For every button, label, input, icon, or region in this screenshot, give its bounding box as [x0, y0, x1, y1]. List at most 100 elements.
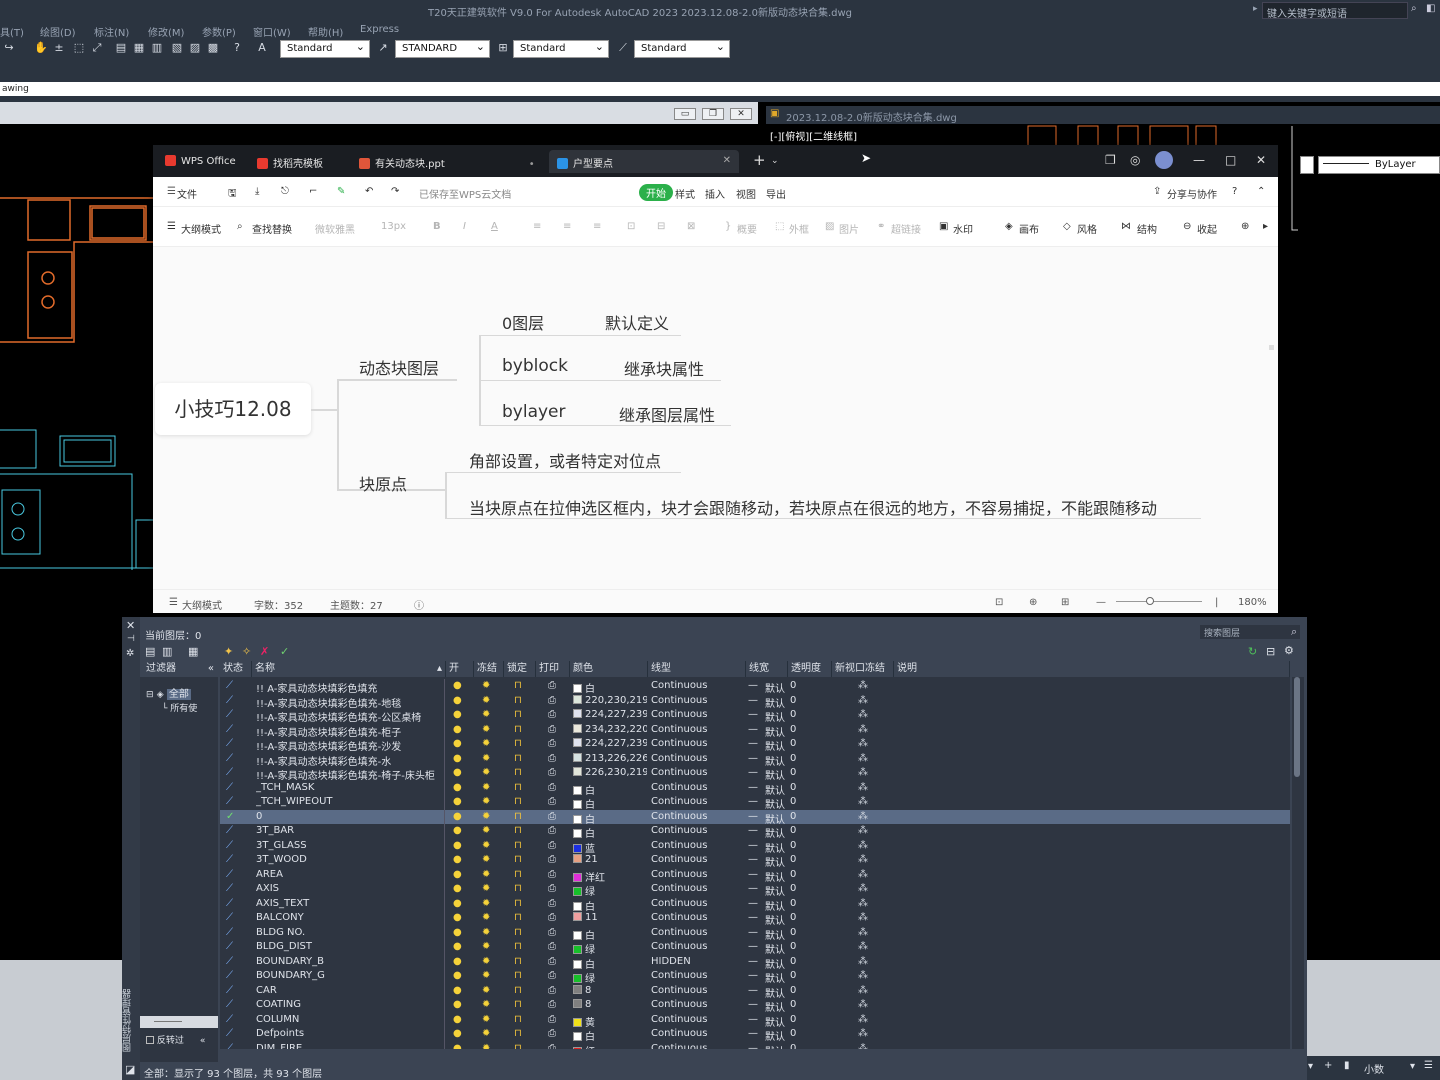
- topic-bylayer[interactable]: bylayer: [502, 402, 566, 422]
- layer-name[interactable]: DIM_FIRE: [256, 1043, 442, 1050]
- layer-linetype[interactable]: Continuous: [651, 840, 745, 851]
- zoom-slider-thumb[interactable]: [1146, 597, 1154, 605]
- invert-filter-checkbox[interactable]: [146, 1036, 154, 1044]
- scroll-indicator[interactable]: [1269, 345, 1274, 350]
- find-replace-button[interactable]: 查找替换: [252, 221, 292, 236]
- layer-transparency[interactable]: 0: [790, 1043, 796, 1050]
- customize-icon[interactable]: ☰: [1424, 1060, 1433, 1071]
- col-plot[interactable]: 打印: [536, 661, 570, 677]
- vp-freeze-icon[interactable]: ⁂: [858, 840, 868, 851]
- layer-linetype[interactable]: Continuous: [651, 883, 745, 894]
- refresh-icon[interactable]: ↻: [1248, 645, 1257, 658]
- lightbulb-icon[interactable]: ●: [453, 898, 462, 909]
- unlock-icon[interactable]: ⊓: [514, 999, 522, 1010]
- unlock-icon[interactable]: ⊓: [514, 695, 522, 706]
- layer-transparency[interactable]: 0: [790, 695, 796, 706]
- watermark-icon[interactable]: ▣: [939, 221, 948, 232]
- printer-icon[interactable]: ⎙: [548, 738, 556, 749]
- lightbulb-icon[interactable]: ●: [453, 796, 462, 807]
- layer-lineweight-default[interactable]: 默认: [765, 1043, 785, 1050]
- layer-status-icon[interactable]: ⟋: [226, 825, 233, 836]
- theme-button[interactable]: 风格: [1077, 221, 1097, 236]
- unlock-icon[interactable]: ⊓: [514, 767, 522, 778]
- more-icon[interactable]: ▾: [1308, 1061, 1313, 1072]
- outline-mode-button[interactable]: 大纲模式: [181, 221, 221, 236]
- layer-color[interactable]: 21: [573, 854, 647, 865]
- tab-template[interactable]: 找稻壳模板: [249, 150, 331, 173]
- lightbulb-icon[interactable]: ●: [453, 956, 462, 967]
- layer-row[interactable]: ✓ 0 ● ✹ ⊓ ⎙ 白 Continuous — 默认 0 ⁂: [220, 809, 1290, 826]
- align-right-icon[interactable]: ≡: [593, 221, 601, 232]
- col-name[interactable]: 名称 ▴: [252, 661, 446, 677]
- col-freeze[interactable]: 冻结: [474, 661, 504, 677]
- zoom-out-icon[interactable]: —: [1096, 597, 1106, 608]
- layer-lineweight[interactable]: —: [748, 970, 758, 981]
- layer-linetype[interactable]: Continuous: [651, 941, 745, 952]
- layer-row[interactable]: ⟋ _TCH_MASK ● ✹ ⊓ ⎙ 白 Continuous — 默认 0 ⁂: [220, 781, 1290, 797]
- align-center-icon[interactable]: ≡: [563, 221, 571, 232]
- layer-row[interactable]: ⟋ BLDG NO. ● ✹ ⊓ ⎙ 白 Continuous — 默认 0 ⁂: [220, 926, 1290, 942]
- share-file-icon[interactable]: ⎋: [281, 186, 289, 197]
- vp-freeze-icon[interactable]: ⁂: [858, 1028, 868, 1039]
- vp-freeze-icon[interactable]: ⁂: [858, 854, 868, 865]
- lightbulb-icon[interactable]: ●: [453, 985, 462, 996]
- layer-status-icon[interactable]: ⟋: [226, 840, 233, 851]
- lightbulb-icon[interactable]: ●: [453, 1014, 462, 1025]
- sun-icon[interactable]: ✹: [482, 1028, 490, 1039]
- zoom-previous-icon[interactable]: ⤢: [90, 41, 104, 55]
- layer-linetype[interactable]: Continuous: [651, 927, 745, 938]
- printer-icon[interactable]: ⎙: [548, 1043, 556, 1050]
- layer-row[interactable]: ⟋ 3T_GLASS ● ✹ ⊓ ⎙ 蓝 Continuous — 默认 0 ⁂: [220, 839, 1290, 855]
- undo-icon[interactable]: ↶: [365, 186, 373, 197]
- text-style-icon[interactable]: A: [255, 41, 269, 55]
- layer-row[interactable]: ⟋ BOUNDARY_B ● ✹ ⊓ ⎙ 白 HIDDEN — 默认 0 ⁂: [220, 955, 1290, 971]
- layer-linetype[interactable]: Continuous: [651, 695, 745, 706]
- tab-wps-office[interactable]: WPS Office: [157, 150, 244, 173]
- layer-lineweight[interactable]: —: [748, 898, 758, 909]
- sun-icon[interactable]: ✹: [482, 999, 490, 1010]
- layer-name[interactable]: 3T_BAR: [256, 825, 442, 836]
- printer-icon[interactable]: ⎙: [548, 970, 556, 981]
- menu-file[interactable]: 文件: [177, 186, 197, 201]
- sun-icon[interactable]: ✹: [482, 956, 490, 967]
- structure-button[interactable]: 结构: [1137, 221, 1157, 236]
- sun-icon[interactable]: ✹: [482, 724, 490, 735]
- printer-icon[interactable]: ⎙: [548, 854, 556, 865]
- layer-lineweight[interactable]: —: [748, 927, 758, 938]
- zoom-window-icon[interactable]: ⬚: [72, 41, 86, 55]
- vp-freeze-icon[interactable]: ⁂: [858, 738, 868, 749]
- layer-status-icon[interactable]: ⟋: [226, 883, 233, 894]
- tab-start[interactable]: 开始: [639, 184, 673, 201]
- layer-transparency[interactable]: 0: [790, 738, 796, 749]
- layer-row[interactable]: ⟋ COLUMN ● ✹ ⊓ ⎙ 黄 Continuous — 默认 0 ⁂: [220, 1013, 1290, 1029]
- layer-lineweight[interactable]: —: [748, 767, 758, 778]
- layer-color[interactable]: 11: [573, 912, 647, 923]
- tree-toggle-icon[interactable]: ⊟: [146, 690, 154, 700]
- layer-row[interactable]: ⟋!! A-家具动态块填彩色填充 ● ✹ ⊓ ⎙ 白 Continuous — 默认 0 ⁂: [220, 679, 1290, 695]
- layer-linetype[interactable]: Continuous: [651, 912, 745, 923]
- vp-freeze-icon[interactable]: ⁂: [858, 753, 868, 764]
- sun-icon[interactable]: ✹: [482, 709, 490, 720]
- layer-color[interactable]: 224,227,239: [573, 738, 647, 749]
- menu-window[interactable]: 窗口(W): [253, 24, 291, 39]
- canvas-icon[interactable]: ◈: [1005, 221, 1013, 232]
- tab-insert[interactable]: 插入: [705, 186, 725, 201]
- style-icon[interactable]: ◇: [1063, 221, 1071, 232]
- link-icon[interactable]: ⚭: [877, 221, 885, 232]
- layer-lineweight[interactable]: —: [748, 796, 758, 807]
- layer-transparency[interactable]: 0: [790, 956, 796, 967]
- sun-icon[interactable]: ✹: [482, 970, 490, 981]
- topic-default-definition[interactable]: 默认定义: [605, 310, 669, 334]
- new-group-filter-icon[interactable]: ▥: [162, 645, 172, 658]
- lightbulb-icon[interactable]: ●: [453, 825, 462, 836]
- font-color-icon[interactable]: A: [491, 221, 498, 232]
- lightbulb-icon[interactable]: ●: [453, 753, 462, 764]
- vp-freeze-icon[interactable]: ⁂: [858, 825, 868, 836]
- tab-ppt[interactable]: 有关动态块.ppt •: [351, 150, 543, 173]
- download-icon[interactable]: ⤓: [255, 186, 259, 197]
- settings-export-icon[interactable]: ⊟: [1266, 645, 1275, 658]
- lightbulb-icon[interactable]: ●: [453, 840, 462, 851]
- layer-linetype[interactable]: Continuous: [651, 854, 745, 865]
- printer-icon[interactable]: ⎙: [548, 695, 556, 706]
- dim-style-combo[interactable]: STANDARD: [395, 40, 490, 58]
